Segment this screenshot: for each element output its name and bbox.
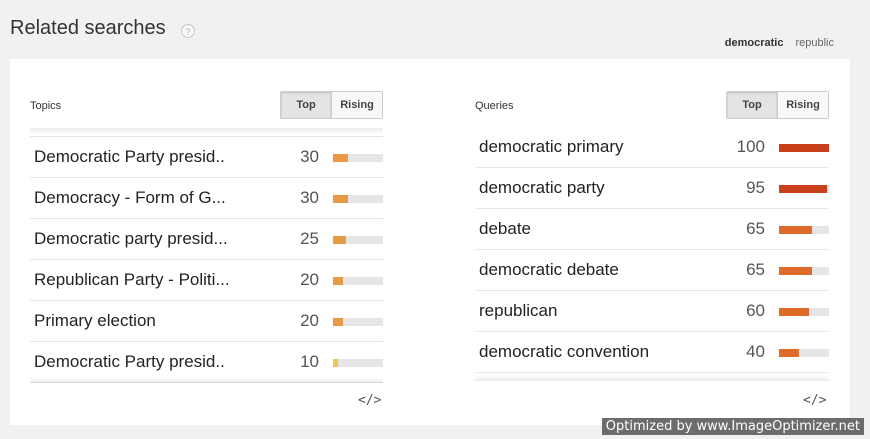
item-value: 65: [746, 260, 765, 279]
item-label: Democratic party presid...: [34, 229, 228, 248]
related-searches-card: Topics Top Rising Democratic Party presi…: [10, 59, 850, 425]
list-item[interactable]: democratic primary 100: [475, 127, 829, 168]
item-label: debate: [479, 219, 531, 238]
queries-toggle: Top Rising: [726, 91, 829, 119]
item-bar-fill: [333, 359, 338, 367]
list-top-shadow: [30, 128, 383, 134]
item-value: 100: [736, 137, 765, 156]
item-label: democratic primary: [479, 137, 624, 156]
item-bar-track: [779, 185, 829, 193]
item-value: 25: [300, 229, 319, 248]
item-value: 30: [300, 188, 319, 207]
item-bar-track: [333, 236, 383, 244]
list-item[interactable]: Republican Party - Politi... 20: [30, 260, 383, 301]
list-bottom-shadow: [475, 375, 829, 381]
list-item[interactable]: debate 65: [475, 209, 829, 250]
item-bar-fill: [779, 267, 812, 275]
queries-list: democratic primary 100 democratic party 95 d…: [475, 127, 829, 373]
list-item[interactable]: Democratic Party presid.. 30: [30, 137, 383, 178]
item-label: democratic party: [479, 178, 605, 197]
item-label: Democratic Party presid..: [34, 352, 225, 371]
item-bar-track: [779, 349, 829, 357]
topics-title: Topics: [30, 100, 62, 112]
item-label: democratic debate: [479, 260, 619, 279]
page-title: Related searches: [10, 17, 166, 39]
item-label: republican: [479, 301, 558, 320]
item-bar-track: [779, 144, 829, 152]
list-item[interactable]: democratic convention 40: [475, 332, 829, 373]
item-value: 60: [746, 301, 765, 320]
item-label: Primary election: [34, 311, 156, 330]
list-item[interactable]: democratic party 95: [475, 168, 829, 209]
item-label: Republican Party - Politi...: [34, 270, 230, 289]
item-bar-track: [333, 277, 383, 285]
item-bar-track: [779, 308, 829, 316]
embed-code-icon[interactable]: </>: [803, 393, 826, 408]
topics-list: Democratic Party presid.. 30 Democracy - F…: [30, 136, 383, 383]
topics-top-button[interactable]: Top: [281, 92, 331, 118]
item-bar-track: [779, 267, 829, 275]
item-label: Democracy - Form of G...: [34, 188, 226, 207]
item-bar-track: [333, 195, 383, 203]
item-label: Democratic Party presid..: [34, 147, 225, 166]
item-bar-fill: [333, 236, 346, 244]
item-bar-fill: [779, 349, 799, 357]
item-value: 65: [746, 219, 765, 238]
item-value: 95: [746, 178, 765, 197]
item-bar-track: [333, 359, 383, 367]
item-bar-fill: [779, 144, 829, 152]
list-item[interactable]: republican 60: [475, 291, 829, 332]
queries-rising-button[interactable]: Rising: [777, 92, 828, 118]
queries-top-button[interactable]: Top: [727, 92, 777, 118]
list-item[interactable]: Primary election 20: [30, 301, 383, 342]
item-value: 20: [300, 270, 319, 289]
item-bar-fill: [333, 195, 348, 203]
item-bar-fill: [333, 277, 343, 285]
list-item[interactable]: Democracy - Form of G... 30: [30, 178, 383, 219]
list-bottom-shadow: [30, 377, 383, 383]
item-bar-track: [333, 154, 383, 162]
queries-title: Queries: [475, 100, 514, 112]
item-label: democratic convention: [479, 342, 650, 361]
item-value: 20: [300, 311, 319, 330]
item-bar-fill: [779, 185, 827, 193]
item-bar-track: [333, 318, 383, 326]
item-value: 30: [300, 147, 319, 166]
item-bar-fill: [333, 318, 343, 326]
help-icon[interactable]: ?: [181, 24, 195, 38]
list-item[interactable]: Democratic party presid... 25: [30, 219, 383, 260]
item-value: 40: [746, 342, 765, 361]
topics-rising-button[interactable]: Rising: [331, 92, 382, 118]
list-item[interactable]: democratic debate 65: [475, 250, 829, 291]
watermark: Optimized by www.ImageOptimizer.net: [601, 418, 864, 435]
item-bar-track: [779, 226, 829, 234]
item-value: 10: [300, 352, 319, 371]
embed-code-icon[interactable]: </>: [358, 393, 381, 408]
item-bar-fill: [779, 226, 812, 234]
item-bar-fill: [779, 308, 809, 316]
topics-toggle: Top Rising: [280, 91, 383, 119]
item-bar-fill: [333, 154, 348, 162]
